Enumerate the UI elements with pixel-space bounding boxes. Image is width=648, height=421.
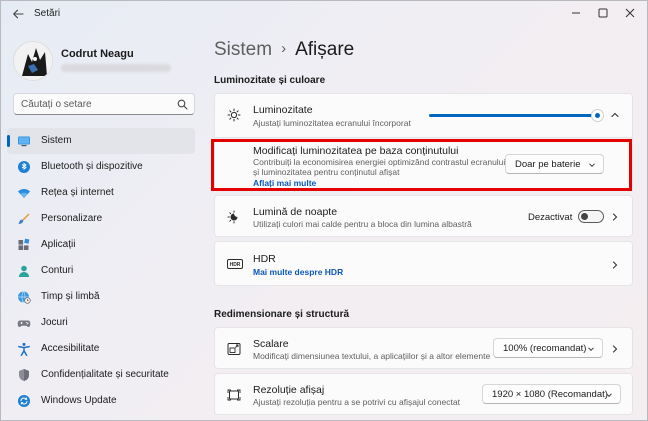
title-bar: Setări (1, 1, 648, 27)
brightness-slider-track[interactable] (429, 114, 599, 117)
shield-icon (17, 368, 31, 382)
section-title-scale-layout: Redimensionare și structură (214, 309, 350, 320)
sidebar-item-label: Timp și limbă (41, 291, 100, 302)
svg-text:HDR: HDR (230, 262, 241, 268)
breadcrumb: Sistem › Afișare (214, 39, 354, 61)
scale-dropdown[interactable]: 100% (recomandat) (493, 338, 603, 358)
chevron-right-icon[interactable] (610, 344, 620, 357)
breadcrumb-parent[interactable]: Sistem (214, 39, 272, 60)
accessibility-icon (17, 342, 31, 356)
gamepad-icon (17, 316, 31, 330)
section-title-brightness-color: Luminozitate și culoare (214, 75, 326, 86)
avatar (13, 41, 53, 81)
chevron-down-icon (605, 391, 613, 402)
sidebar-item-accessibility[interactable]: Accesibilitate (7, 336, 195, 362)
search-icon[interactable] (177, 99, 188, 113)
person-icon (17, 264, 31, 278)
wifi-icon (17, 186, 31, 200)
sidebar-item-label: Aplicații (41, 239, 76, 250)
sidebar-item-label: Conturi (41, 265, 74, 276)
scale-subtitle: Modificați dimensiunea textului, a aplic… (253, 351, 491, 361)
chevron-up-icon[interactable] (610, 110, 620, 123)
sidebar-item-label: Accesibilitate (41, 343, 100, 354)
night-light-title: Lumină de noapte (253, 206, 338, 218)
active-indicator (7, 135, 10, 147)
resolution-icon (227, 388, 241, 402)
sidebar-item-sistem[interactable]: Sistem (7, 128, 195, 154)
scale-title: Scalare (253, 338, 289, 350)
sidebar-item-label: Windows Update (41, 395, 117, 406)
brightness-slider-thumb[interactable] (591, 109, 604, 122)
sidebar-item-bluetooth[interactable]: Bluetooth și dispozitive (7, 154, 195, 180)
settings-window: Setări Codrut Neagu Căutați o setare Sis… (0, 0, 648, 421)
chevron-right-icon[interactable] (610, 260, 620, 273)
user-name: Codrut Neagu (61, 48, 134, 60)
sidebar-item-network[interactable]: Rețea și internet (7, 180, 195, 206)
brightness-subtitle: Ajustați luminozitatea ecranului încorpo… (253, 118, 411, 128)
bluetooth-icon (17, 160, 31, 174)
red-highlight-box (211, 139, 632, 191)
chevron-down-icon (587, 345, 595, 356)
apps-icon (17, 238, 31, 252)
resolution-title: Rezoluție afișaj (253, 384, 325, 396)
sidebar-item-label: Sistem (41, 135, 72, 146)
resolution-subtitle: Ajustați rezoluția pentru a se potrivi c… (253, 397, 460, 407)
sidebar-item-label: Bluetooth și dispozitive (41, 161, 143, 172)
sidebar-item-accounts[interactable]: Conturi (7, 258, 195, 284)
sidebar-item-gaming[interactable]: Jocuri (7, 310, 195, 336)
scale-icon (227, 342, 241, 356)
hdr-learn-more-link[interactable]: Mai multe despre HDR (253, 267, 343, 277)
sidebar-item-time-language[interactable]: Timp și limbă (7, 284, 195, 310)
night-light-state: Dezactivat (528, 212, 573, 223)
night-light-toggle[interactable] (578, 210, 604, 223)
minimize-button[interactable] (564, 4, 588, 22)
window-title: Setări (34, 8, 61, 19)
page-title: Afișare (295, 39, 355, 60)
hdr-title: HDR (253, 253, 276, 265)
sun-icon (227, 108, 241, 122)
maximize-button[interactable] (591, 4, 615, 22)
night-light-subtitle: Utilizați culori mai calde pentru a bloc… (253, 219, 472, 229)
sidebar-item-label: Confidențialitate și securitate (41, 369, 169, 380)
close-button[interactable] (618, 4, 642, 22)
sidebar-item-personalize[interactable]: Personalizare (7, 206, 195, 232)
hdr-icon: HDR (227, 257, 243, 271)
sidebar-item-apps[interactable]: Aplicații (7, 232, 195, 258)
dropdown-value: 100% (recomandat) (503, 343, 587, 354)
hdr-card[interactable]: HDR HDR Mai multe despre HDR (214, 241, 633, 286)
sidebar-item-label: Jocuri (41, 317, 68, 328)
night-light-icon (227, 210, 241, 224)
dropdown-value: 1920 × 1080 (Recomandat) (492, 389, 608, 400)
sidebar-item-label: Personalizare (41, 213, 103, 224)
breadcrumb-separator: › (281, 40, 287, 57)
chevron-right-icon[interactable] (610, 212, 620, 225)
brightness-title: Luminozitate (253, 104, 313, 116)
resolution-dropdown[interactable]: 1920 × 1080 (Recomandat) (482, 384, 621, 404)
sidebar-item-windows-update[interactable]: Windows Update (7, 388, 195, 414)
user-email-blurred (61, 64, 171, 72)
user-profile[interactable]: Codrut Neagu (13, 41, 203, 81)
back-arrow-icon[interactable] (11, 7, 25, 21)
sidebar-nav: Sistem Bluetooth și dispozitive Rețea și… (7, 128, 195, 414)
globe-clock-icon (17, 290, 31, 304)
monitor-icon (17, 134, 31, 148)
update-icon (17, 394, 31, 408)
search-input[interactable] (21, 97, 171, 111)
paintbrush-icon (17, 212, 31, 226)
sidebar-item-privacy-security[interactable]: Confidențialitate și securitate (7, 362, 195, 388)
sidebar-item-label: Rețea și internet (41, 187, 114, 198)
search-box[interactable] (13, 93, 195, 115)
